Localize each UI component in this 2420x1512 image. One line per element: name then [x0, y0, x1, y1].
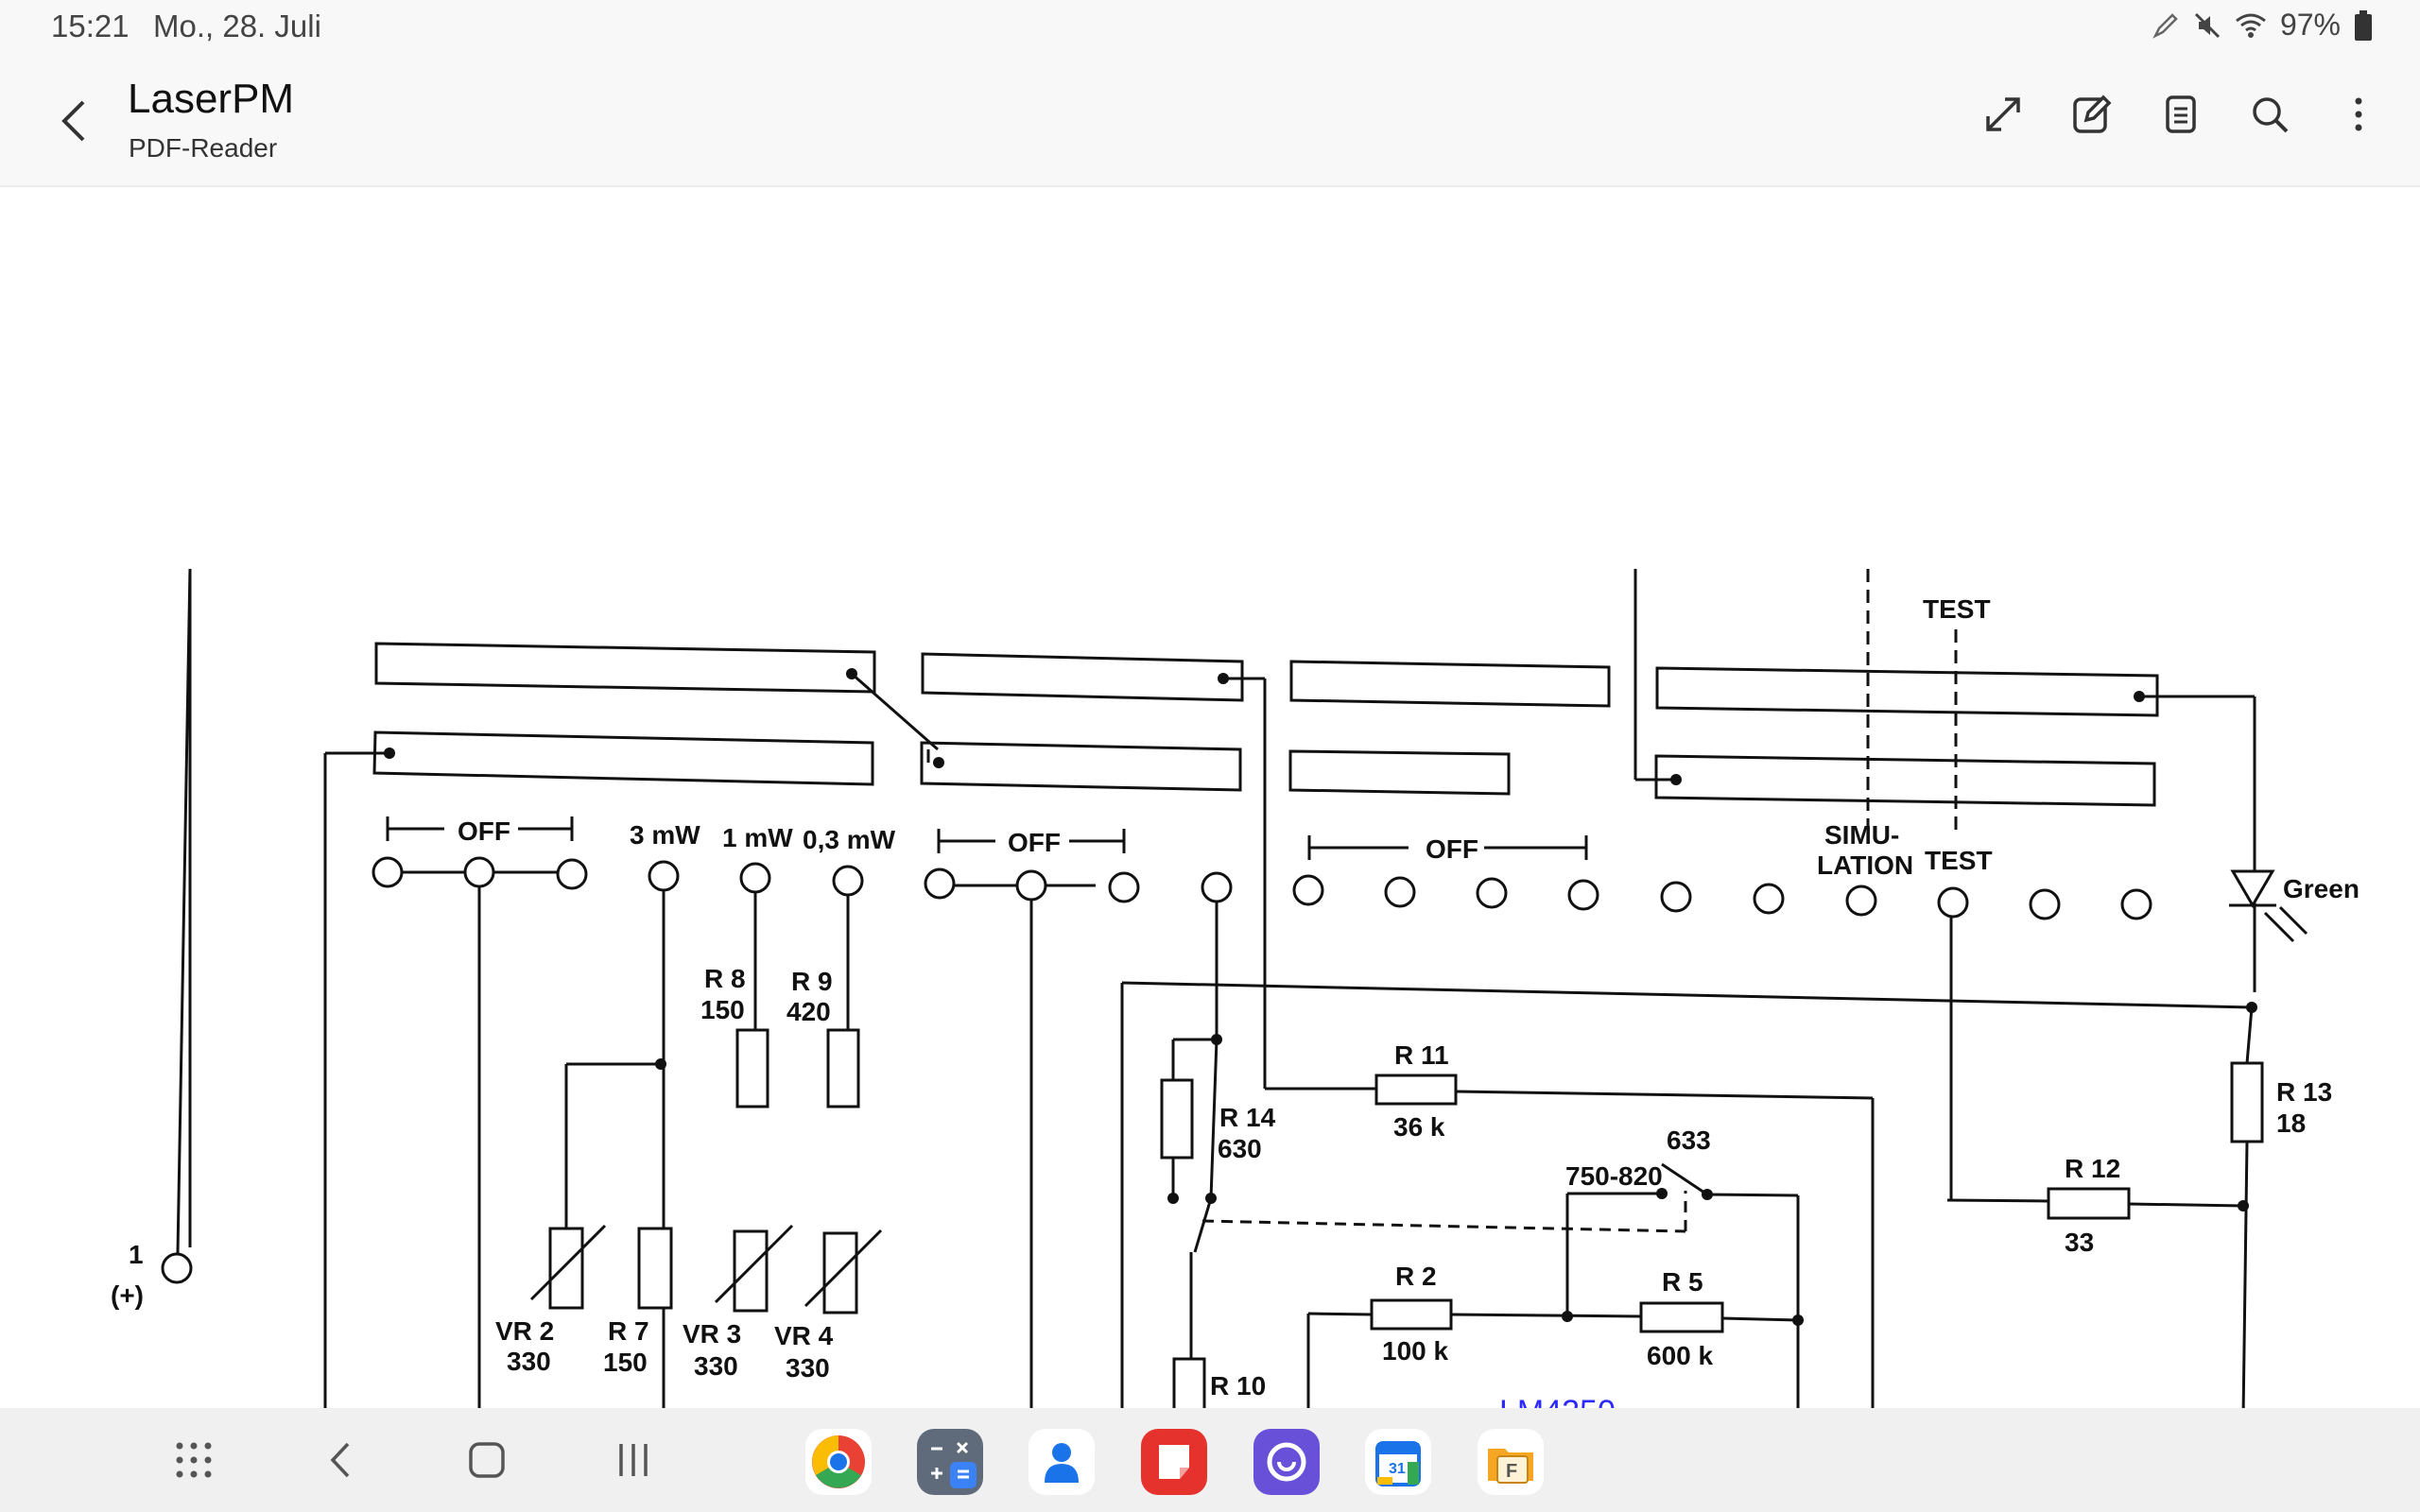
- label-vr2: VR 2: [495, 1316, 554, 1346]
- label-terminal-1: 1: [129, 1240, 144, 1269]
- search-button[interactable]: [2246, 91, 2293, 138]
- battery-icon: [2355, 9, 2372, 41]
- label-vr3-value: 330: [694, 1351, 738, 1381]
- contacts-icon: [1045, 1443, 1079, 1483]
- files-letter: F: [1506, 1461, 1517, 1482]
- label-r13-value: 18: [2276, 1108, 2306, 1138]
- label-test-bottom: TEST: [1925, 846, 1993, 875]
- edit-icon: [2073, 94, 2112, 133]
- label-r13: R 13: [2276, 1077, 2332, 1107]
- label-r8-value: 150: [700, 995, 745, 1024]
- pen-icon: [2152, 12, 2178, 39]
- label-test-top: TEST: [1923, 594, 1991, 624]
- label-r5-value: 600 k: [1647, 1341, 1713, 1370]
- dock-contacts[interactable]: [1028, 1429, 1095, 1495]
- label-0-3mw: 0,3 mW: [803, 825, 896, 854]
- expand-icon: [1986, 97, 2020, 131]
- label-off-1: OFF: [458, 816, 510, 846]
- calculator-icon: [931, 1441, 977, 1488]
- more-options-button[interactable]: [2335, 91, 2382, 138]
- label-simulation-1: SIMU-: [1824, 820, 1899, 850]
- files-icon: F: [1488, 1449, 1533, 1484]
- nav-home-icon: [469, 1442, 505, 1478]
- status-time: 15:21: [51, 9, 130, 43]
- label-off-2: OFF: [1008, 828, 1061, 857]
- label-r12: R 12: [2065, 1154, 2120, 1183]
- status-icons: 97%: [2152, 8, 2373, 43]
- notes-icon: [1159, 1445, 1189, 1479]
- label-633: 633: [1667, 1125, 1711, 1155]
- dock-calculator[interactable]: [917, 1429, 983, 1495]
- apps-grid-icon: [176, 1442, 212, 1478]
- expand-button[interactable]: [1979, 91, 2027, 138]
- label-terminal-plus: (+): [111, 1280, 144, 1310]
- status-bar: 15:21 Mo., 28. Juli 97%: [0, 0, 2420, 53]
- dock-files[interactable]: F: [1478, 1429, 1544, 1495]
- calendar-icon: 31: [1375, 1441, 1421, 1486]
- arrow-back-icon: [61, 100, 85, 142]
- document-title: LaserPM: [128, 76, 295, 122]
- label-green: Green: [2283, 874, 2360, 903]
- more-options-icon: [2355, 97, 2362, 131]
- label-lm4250: LM4250: [1499, 1394, 1616, 1408]
- label-r11: R 11: [1394, 1040, 1449, 1070]
- label-vr2-value: 330: [507, 1347, 551, 1376]
- label-r12-value: 33: [2065, 1228, 2094, 1257]
- label-r14-value: 630: [1218, 1134, 1262, 1163]
- calendar-day: 31: [1389, 1461, 1406, 1477]
- label-simulation-2: LATION: [1817, 850, 1913, 880]
- app-bar: LaserPM PDF-Reader: [0, 53, 2420, 187]
- navigation-bar: 31 F: [0, 1408, 2420, 1512]
- label-r2-value: 100 k: [1382, 1336, 1448, 1366]
- dock-internet[interactable]: [1253, 1429, 1320, 1495]
- edit-button[interactable]: [2068, 91, 2116, 138]
- app-drawer-button[interactable]: [170, 1436, 217, 1484]
- nav-home-button[interactable]: [463, 1436, 510, 1484]
- pdf-page-view[interactable]: OFF 3 mW 1 mW 0,3 mW OFF OFF SIMU- LATIO…: [0, 187, 2420, 1408]
- label-r8: R 8: [704, 964, 746, 993]
- label-r5: R 5: [1662, 1267, 1703, 1297]
- label-vr4: VR 4: [774, 1321, 834, 1350]
- label-r9: R 9: [791, 967, 833, 996]
- nav-back-icon: [330, 1442, 350, 1478]
- dock-chrome[interactable]: [805, 1429, 872, 1495]
- label-off-3: OFF: [1426, 834, 1478, 864]
- dock-notes[interactable]: [1141, 1429, 1207, 1495]
- circuit-schematic: OFF 3 mW 1 mW 0,3 mW OFF OFF SIMU- LATIO…: [111, 568, 2360, 1408]
- text-view-icon: [2166, 95, 2196, 133]
- label-vr3: VR 3: [683, 1319, 741, 1349]
- label-r9-value: 420: [786, 997, 831, 1026]
- label-3mw: 3 mW: [630, 820, 700, 850]
- battery-percent: 97%: [2279, 8, 2341, 42]
- label-r2: R 2: [1395, 1262, 1437, 1291]
- search-icon: [2253, 97, 2289, 133]
- chrome-icon: [812, 1435, 865, 1488]
- label-r11-value: 36 k: [1393, 1112, 1445, 1142]
- app-subtitle: PDF-Reader: [129, 133, 278, 163]
- back-button[interactable]: [51, 93, 98, 149]
- nav-recents-icon: [619, 1444, 648, 1476]
- text-view-button[interactable]: [2157, 91, 2204, 138]
- nav-back-button[interactable]: [318, 1436, 365, 1484]
- nav-recents-button[interactable]: [610, 1436, 657, 1484]
- wifi-icon: [2236, 13, 2266, 38]
- status-date: Mo., 28. Juli: [153, 9, 321, 43]
- label-r14: R 14: [1219, 1103, 1276, 1132]
- label-1mw: 1 mW: [722, 823, 793, 852]
- label-vr4-value: 330: [786, 1353, 830, 1383]
- label-r10: R 10: [1210, 1371, 1266, 1400]
- label-750-820: 750-820: [1565, 1161, 1663, 1191]
- mute-icon: [2194, 12, 2221, 38]
- label-r7: R 7: [608, 1316, 649, 1346]
- toolbar: [1979, 91, 2382, 138]
- internet-icon: [1267, 1442, 1306, 1482]
- label-r7-value: 150: [603, 1348, 648, 1377]
- dock-calendar[interactable]: 31: [1365, 1429, 1431, 1495]
